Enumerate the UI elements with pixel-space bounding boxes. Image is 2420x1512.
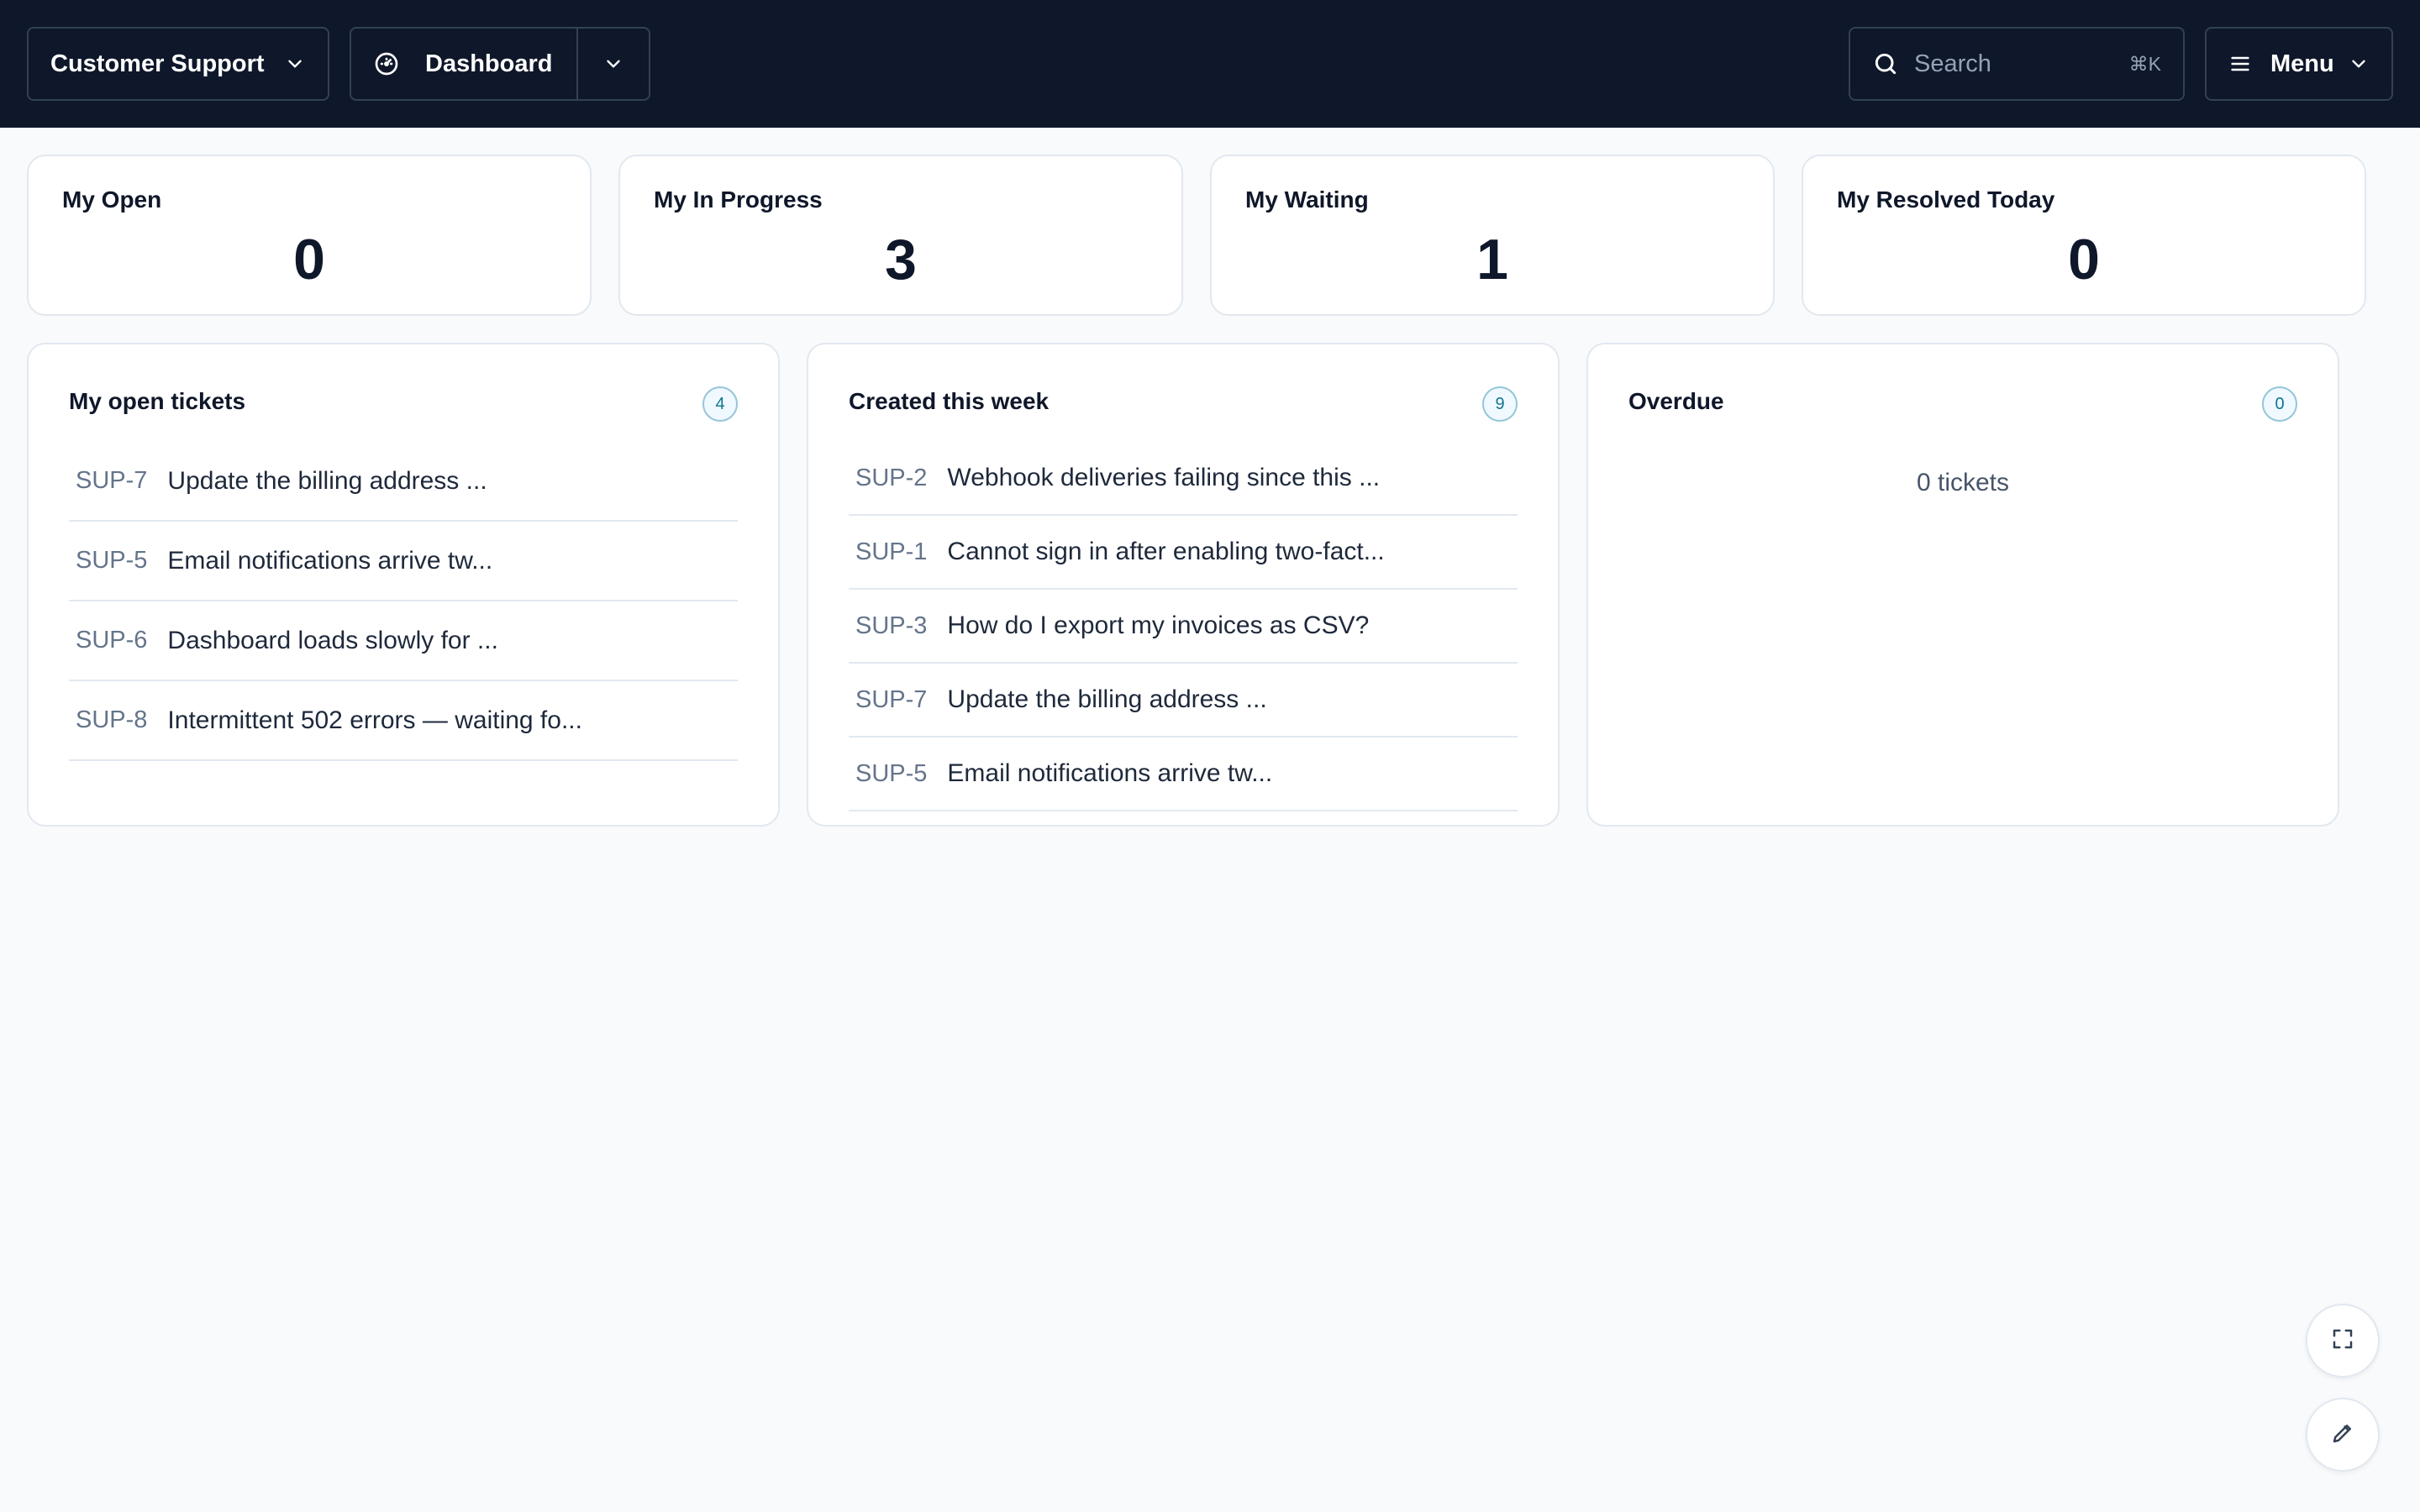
empty-state-text: 0 tickets [1916, 469, 2010, 496]
ticket-key: SUP-5 [855, 759, 928, 787]
gauge-icon [373, 50, 400, 77]
chevron-down-icon [2348, 53, 2370, 75]
ticket-key: SUP-5 [76, 547, 148, 574]
ticket-key: SUP-7 [855, 685, 928, 713]
count-badge: 9 [1482, 386, 1518, 422]
fullscreen-button[interactable] [2306, 1304, 2380, 1378]
ticket-summary: Webhook deliveries failing since this ..… [947, 464, 1381, 491]
stat-card-my-resolved-today[interactable]: My Resolved Today 0 [1802, 155, 2366, 316]
edit-dashboard-button[interactable] [2306, 1398, 2380, 1472]
stat-value: 0 [2068, 228, 2100, 291]
stat-card-my-in-progress[interactable]: My In Progress 3 [618, 155, 1183, 316]
ticket-summary: Email notifications arrive tw... [947, 759, 1273, 787]
ticket-row[interactable]: SUP-7 Update the billing address ... [69, 442, 738, 522]
ticket-summary: How do I export my invoices as CSV? [947, 612, 1370, 639]
stat-card-my-waiting[interactable]: My Waiting 1 [1210, 155, 1775, 316]
stat-value: 0 [293, 228, 325, 291]
search-shortcut: ⌘K [2128, 52, 2161, 75]
pencil-icon [2330, 1420, 2355, 1450]
chevron-down-icon [284, 53, 306, 75]
dashboard-label: Dashboard [425, 50, 553, 77]
ticket-summary: Email notifications arrive tw... [167, 546, 493, 575]
ticket-row[interactable]: SUP-7 Update the billing address ... [849, 664, 1518, 738]
stat-label: My Resolved Today [1837, 186, 2055, 213]
search-placeholder: Search [1914, 50, 1991, 77]
count-badge: 4 [702, 386, 738, 422]
stat-label: My In Progress [654, 186, 823, 213]
ticket-summary: Dashboard loads slowly for ... [167, 626, 498, 654]
hamburger-icon [2228, 52, 2252, 76]
ticket-row[interactable]: SUP-1 Cannot sign in after enabling two-… [849, 516, 1518, 590]
count-badge: 0 [2262, 386, 2297, 422]
view-dropdown-toggle[interactable] [578, 29, 649, 99]
ticket-summary: Update the billing address ... [167, 466, 487, 495]
panel-my-open-tickets: My open tickets 4 SUP-7 Update the billi… [27, 343, 780, 827]
stat-label: My Waiting [1245, 186, 1369, 213]
stat-value: 1 [1476, 228, 1508, 291]
chevron-down-icon [602, 53, 624, 75]
stat-label: My Open [62, 186, 162, 213]
workspace-label: Customer Support [50, 50, 265, 77]
ticket-row[interactable]: SUP-6 Dashboard loads slowly for ... [69, 601, 738, 681]
ticket-list: SUP-2 Webhook deliveries failing since t… [849, 442, 1518, 811]
ticket-key: SUP-1 [855, 538, 928, 565]
ticket-key: SUP-2 [855, 464, 928, 491]
ticket-key: SUP-7 [76, 467, 148, 494]
ticket-row[interactable]: SUP-2 Webhook deliveries failing since t… [849, 442, 1518, 516]
top-bar: Customer Support Dashboard Search ⌘K Men… [0, 0, 2420, 128]
panel-title: Overdue [1628, 388, 1724, 414]
stat-value: 3 [885, 228, 917, 291]
ticket-row[interactable]: SUP-3 How do I export my invoices as CSV… [849, 590, 1518, 664]
panel-title: Created this week [849, 388, 1050, 414]
ticket-summary: Cannot sign in after enabling two-fact..… [947, 538, 1385, 565]
ticket-summary: Intermittent 502 errors — waiting fo... [167, 706, 582, 734]
view-selector: Dashboard [350, 27, 650, 101]
panel-overdue: Overdue 0 [1586, 343, 2339, 827]
dashboard-button[interactable]: Dashboard [351, 29, 578, 99]
ticket-row[interactable]: SUP-5 Email notifications arrive tw... [69, 522, 738, 601]
expand-icon [2330, 1326, 2355, 1356]
stat-card-my-open[interactable]: My Open 0 [27, 155, 592, 316]
workspace-selector[interactable]: Customer Support [27, 27, 329, 101]
search-button[interactable]: Search ⌘K [1849, 27, 2185, 101]
ticket-list: SUP-7 Update the billing address ... SUP… [69, 442, 738, 761]
ticket-key: SUP-3 [855, 612, 928, 639]
panel-title: My open tickets [69, 388, 246, 414]
menu-button[interactable]: Menu [2205, 27, 2393, 101]
ticket-key: SUP-6 [76, 627, 148, 654]
ticket-row[interactable]: SUP-8 Intermittent 502 errors — waiting … [69, 681, 738, 761]
ticket-summary: Update the billing address ... [947, 685, 1267, 713]
search-icon [1872, 50, 1899, 77]
ticket-key: SUP-8 [76, 706, 148, 733]
menu-label: Menu [2270, 50, 2334, 77]
panel-created-this-week: Created this week 9 SUP-2 Webhook delive… [807, 343, 1560, 827]
ticket-row[interactable]: SUP-5 Email notifications arrive tw... [849, 738, 1518, 811]
